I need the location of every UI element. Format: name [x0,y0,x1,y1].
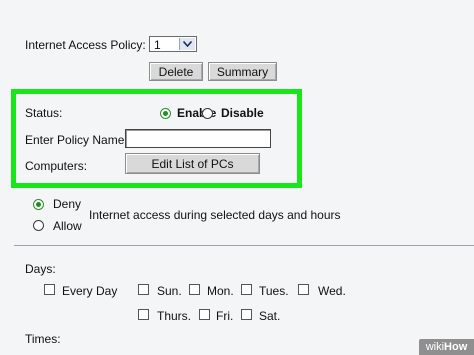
day-label-tues: Tues. [259,284,289,298]
edit-pcs-button[interactable]: Edit List of PCs [125,153,260,174]
day-label-fri: Fri. [216,309,234,323]
day-checkbox-fri[interactable] [199,309,210,320]
watermark: wiki How [419,339,474,355]
day-label-mon: Mon. [207,284,234,298]
day-checkbox-thurs[interactable] [138,309,149,320]
day-checkbox-wed[interactable] [298,284,309,295]
day-label-thurs: Thurs. [157,309,192,323]
watermark-prefix: wiki [425,341,445,353]
allow-radio[interactable] [33,220,44,231]
divider [14,245,474,246]
policy-label: Internet Access Policy: [25,38,146,52]
day-label-every-day: Every Day [62,284,118,298]
days-label: Days: [25,262,56,276]
day-checkbox-sun[interactable] [138,284,149,295]
watermark-suffix: How [444,341,468,353]
day-label-wed: Wed. [318,284,346,298]
computers-label: Computers: [25,159,88,173]
times-label: Times: [25,332,61,346]
status-label: Status: [25,106,63,120]
deny-label: Deny [53,197,82,211]
day-checkbox-tues[interactable] [241,284,252,295]
access-description: Internet access during selected days and… [89,208,341,222]
policy-select[interactable]: 1 [149,36,197,52]
day-label-sun: Sun. [157,284,182,298]
policy-name-label: Enter Policy Name: [25,133,128,147]
summary-button[interactable]: Summary [208,62,277,81]
day-checkbox-sat[interactable] [241,309,252,320]
allow-label: Allow [53,219,82,233]
day-checkbox-mon[interactable] [189,284,200,295]
chevron-down-icon[interactable] [179,38,195,50]
disable-label: Disable [221,106,264,120]
enable-radio[interactable] [160,108,171,119]
delete-button[interactable]: Delete [149,62,203,81]
day-checkbox-every-day[interactable] [44,284,55,295]
policy-select-value: 1 [154,38,161,52]
day-label-sat: Sat. [259,309,281,323]
deny-radio[interactable] [33,199,44,210]
disable-radio[interactable] [202,108,213,119]
policy-name-input[interactable] [125,129,271,148]
